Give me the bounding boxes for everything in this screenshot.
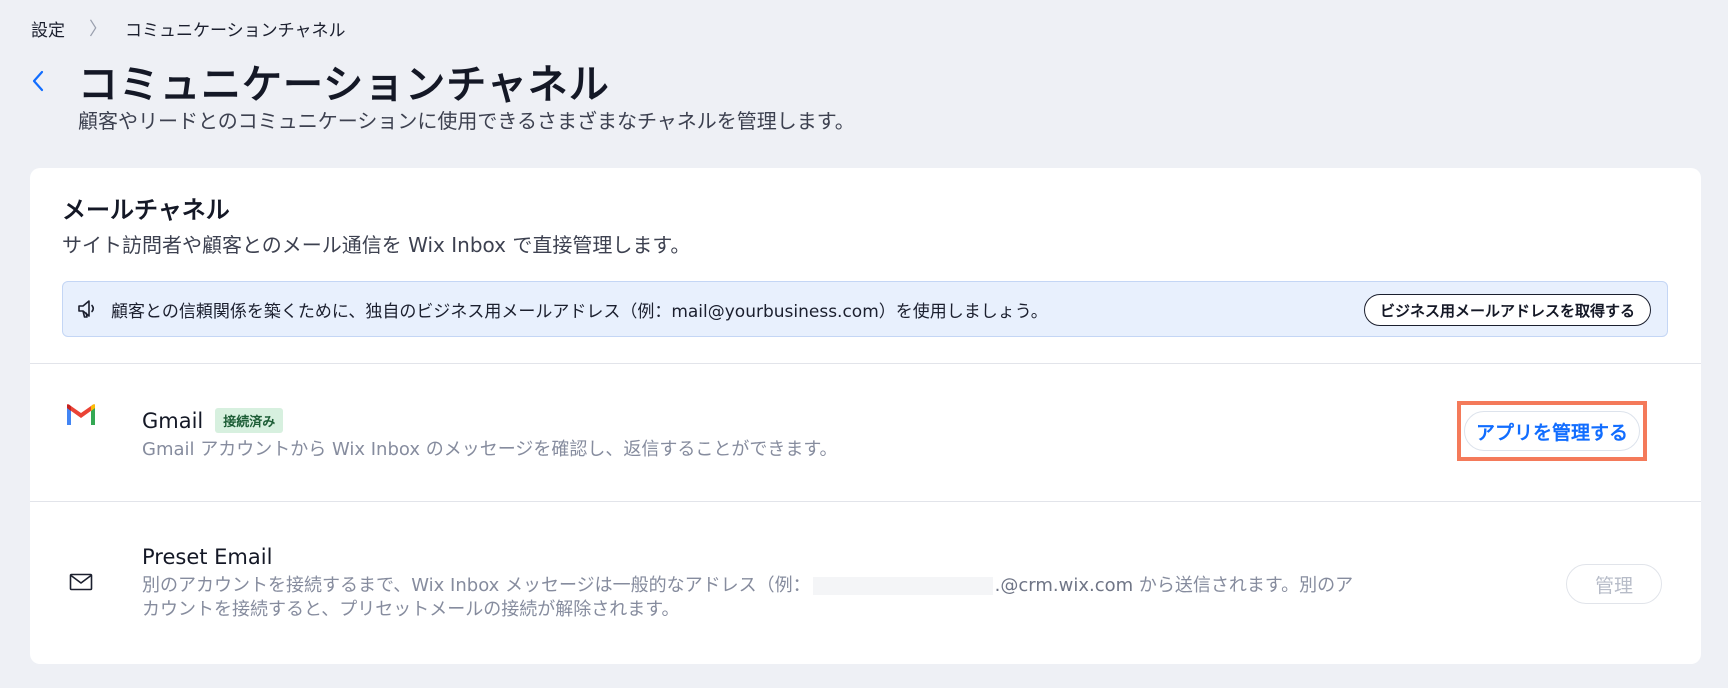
back-button[interactable]	[26, 66, 50, 96]
manage-button[interactable]: 管理	[1566, 564, 1662, 604]
preset-email-description: 別のアカウントを接続するまで、Wix Inbox メッセージは一般的なアドレス（…	[142, 574, 1402, 622]
card-subtitle: サイト訪問者や顧客とのメール通信を Wix Inbox で直接管理します。	[62, 233, 691, 257]
breadcrumb-settings-link[interactable]: 設定	[31, 16, 65, 41]
breadcrumb-current: コミュニケーションチャネル	[125, 20, 346, 41]
business-email-banner: 顧客との信頼関係を築くために、独自のビジネス用メールアドレス（例：mail@yo…	[62, 281, 1668, 337]
preset-email-description-line2: カウントを接続すると、プリセットメールの接続が解除されます。	[142, 599, 680, 620]
breadcrumb-separator-icon: 〉	[89, 19, 107, 40]
page-subtitle: 顧客やリードとのコミュニケーションに使用できるさまざまなチャネルを管理します。	[78, 109, 855, 133]
page-title: コミュニケーションチャネル	[78, 62, 610, 108]
preset-email-domain: .@crm.wix.com	[994, 575, 1134, 596]
card-header: メールチャネル サイト訪問者や顧客とのメール通信を Wix Inbox で直接管…	[62, 190, 690, 258]
get-business-email-button[interactable]: ビジネス用メールアドレスを取得する	[1363, 294, 1651, 326]
redacted-address	[812, 577, 993, 595]
preset-email-description-start: 別のアカウントを接続するまで、Wix Inbox メッセージは一般的なアドレス（…	[142, 575, 811, 596]
megaphone-icon	[75, 296, 101, 322]
breadcrumb: 設定 〉 コミュニケーションチャネル	[31, 15, 346, 41]
banner-text: 顧客との信頼関係を築くために、独自のビジネス用メールアドレス（例：mail@yo…	[111, 301, 1048, 322]
gmail-icon	[64, 398, 98, 432]
chevron-left-icon	[32, 70, 44, 92]
preset-email-description-end: から送信されます。別のア	[1133, 575, 1354, 596]
divider	[30, 501, 1701, 502]
status-badge: 接続済み	[215, 408, 284, 433]
gmail-description: Gmail アカウントから Wix Inbox のメッセージを確認し、返信するこ…	[142, 439, 838, 460]
gmail-name: Gmail	[142, 408, 204, 433]
gmail-title: Gmail 接続済み	[142, 408, 284, 433]
card-title: メールチャネル	[62, 196, 230, 224]
email-channels-card: メールチャネル サイト訪問者や顧客とのメール通信を Wix Inbox で直接管…	[30, 168, 1701, 664]
preset-email-name: Preset Email	[142, 545, 273, 569]
manage-app-button[interactable]: アプリを管理する	[1464, 411, 1640, 451]
envelope-icon	[64, 570, 98, 594]
